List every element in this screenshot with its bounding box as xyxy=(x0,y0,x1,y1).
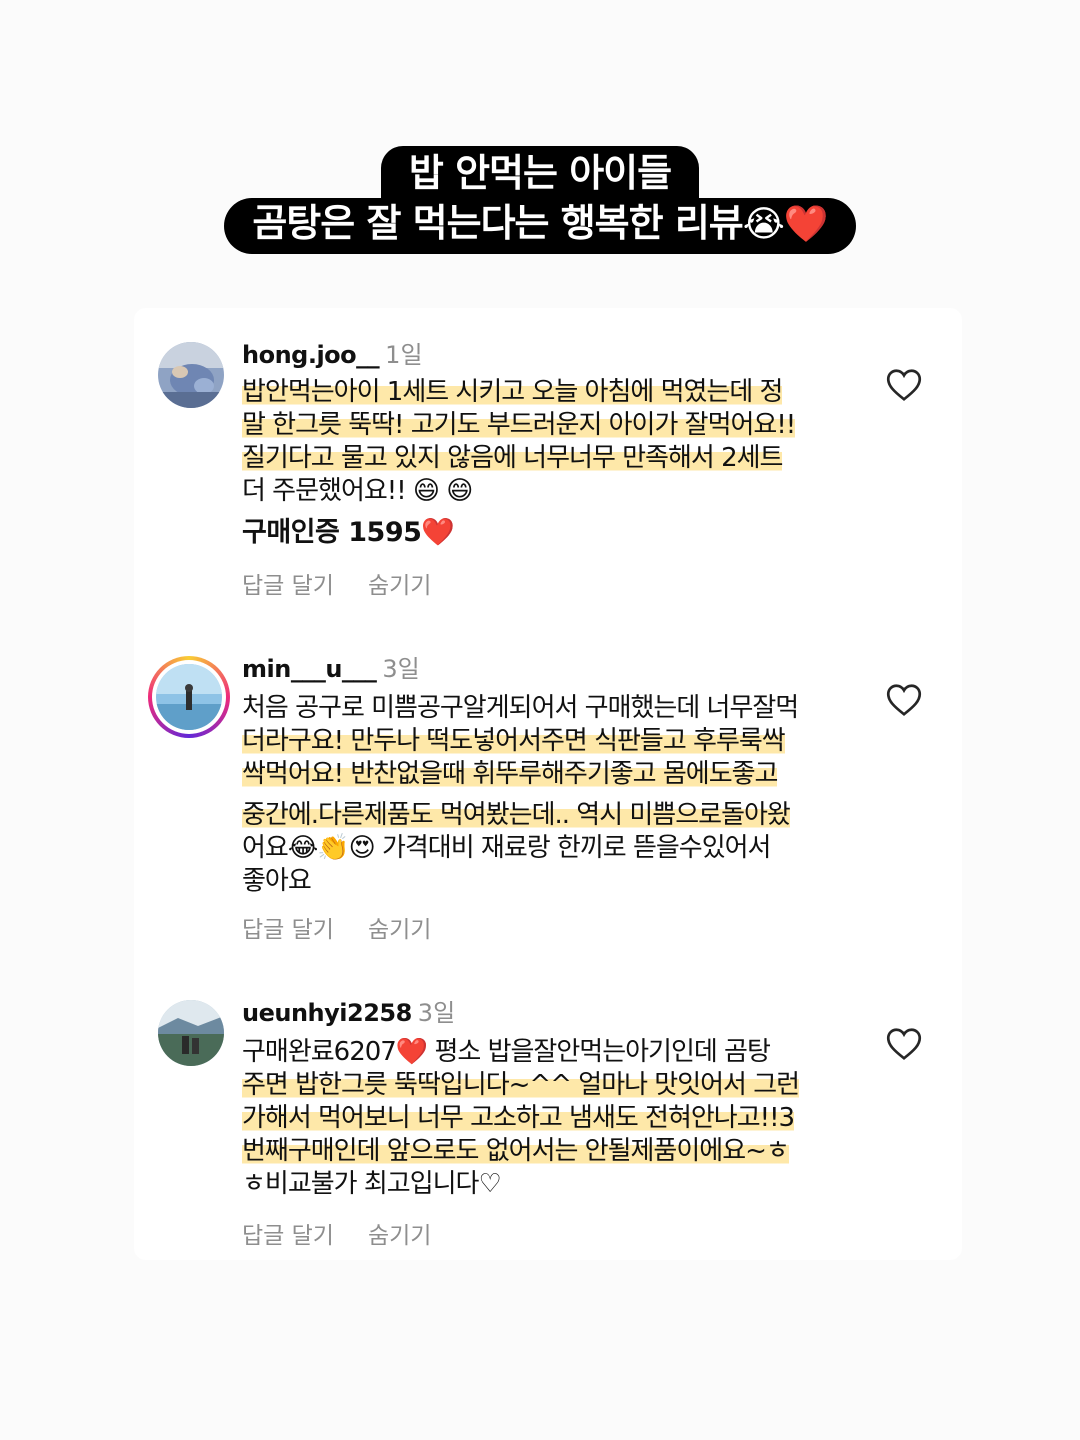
comment-line: 말 한그릇 뚝딱! 고기도 부드러운지 아이가 잘먹어요!! xyxy=(242,410,796,440)
username[interactable]: min___u___ xyxy=(242,655,377,683)
username[interactable]: hong.joo__ xyxy=(242,341,380,369)
comment-line: 주면 밥한그릇 뚝딱입니다~^^ 얼마나 맛잇어서 그런 xyxy=(242,1070,800,1100)
avatar-photo xyxy=(158,342,224,408)
comment-line: 처음 공구로 미쁨공구알게되어서 구매했는데 너무잘먹 xyxy=(242,693,799,723)
comment-actions: 답글 달기 숨기기 xyxy=(242,566,431,600)
username[interactable]: ueunhyi2258 xyxy=(242,999,412,1027)
title-line-2-text: 곰탕은 잘 먹는다는 행복한 리뷰 xyxy=(252,201,743,245)
comment-line: 구매완료6207❤️ 평소 밥을잘안먹는아기인데 곰탕 xyxy=(242,1037,771,1067)
story-ring-avatar[interactable] xyxy=(148,656,230,738)
heart-like-icon[interactable] xyxy=(886,683,922,717)
heart-like-icon[interactable] xyxy=(886,368,922,402)
hide-button[interactable]: 숨기기 xyxy=(368,1223,431,1249)
avatar xyxy=(156,664,222,730)
comment-text: 구매완료6207❤️ 평소 밥을잘안먹는아기인데 곰탕 주면 밥한그릇 뚝딱입니… xyxy=(242,1036,852,1201)
comment-actions: 답글 달기 숨기기 xyxy=(242,910,431,944)
timestamp: 1일 xyxy=(385,341,423,369)
comment-line: 질기다고 물고 있지 않음에 너무너무 만족해서 2세트 xyxy=(242,443,783,473)
comment-line: 어요😂👏😍 가격대비 재료랑 한끼로 뜯을수있어서 xyxy=(242,833,771,863)
hide-button[interactable]: 숨기기 xyxy=(368,917,431,943)
comment-line: 더 주문했어요!! 😄 😄 xyxy=(242,476,473,506)
comment-text: 밥안먹는아이 1세트 시키고 오늘 아침에 먹였는데 정 말 한그릇 뚝딱! 고… xyxy=(242,376,852,508)
crying-face-emoji: 😭 xyxy=(742,204,785,245)
comment-line: 밥안먹는아이 1세트 시키고 오늘 아침에 먹였는데 정 xyxy=(242,377,783,407)
comment-line: ㅎ비교불가 최고입니다♡ xyxy=(242,1169,502,1199)
heart-like-icon[interactable] xyxy=(886,1027,922,1061)
avatar[interactable] xyxy=(158,1000,224,1066)
comment-header: ueunhyi2258 3일 xyxy=(242,998,455,1028)
red-heart-emoji: ❤️ xyxy=(783,204,829,245)
reply-button[interactable]: 답글 달기 xyxy=(242,1223,334,1249)
comment-line: 번째구매인데 앞으로도 없어서는 안될제품이에요~ㅎ xyxy=(242,1136,790,1166)
comment-header: min___u___ 3일 xyxy=(242,654,420,684)
comment-line: 중간에.다른제품도 먹여봤는데.. 역시 미쁨으로돌아왔 xyxy=(242,800,791,830)
comment-text: 처음 공구로 미쁨공구알게되어서 구매했는데 너무잘먹 더라구요! 만두나 떡도… xyxy=(242,692,852,898)
comment-line: 더라구요! 만두나 떡도넣어서주면 식판들고 후루룩싹 xyxy=(242,726,786,756)
purchase-cert: 구매인증 1595❤️ xyxy=(242,517,455,548)
hide-button[interactable]: 숨기기 xyxy=(368,573,431,599)
avatar[interactable] xyxy=(158,342,224,408)
reply-button[interactable]: 답글 달기 xyxy=(242,917,334,943)
timestamp: 3일 xyxy=(417,999,456,1027)
avatar-photo xyxy=(158,1000,224,1066)
comments-panel: hong.joo__ 1일 밥안먹는아이 1세트 시키고 오늘 아침에 먹였는데 … xyxy=(134,308,962,1260)
comment-line: 좋아요 xyxy=(242,866,312,896)
comment-line: 가해서 먹어보니 너무 고소하고 냄새도 전혀안나고!!3 xyxy=(242,1103,795,1133)
comment-actions: 답글 달기 숨기기 xyxy=(242,1216,431,1250)
title-banner: 밥 안먹는 아이들 곰탕은 잘 먹는다는 행복한 리뷰😭❤️ xyxy=(0,146,1080,254)
comment-header: hong.joo__ 1일 xyxy=(242,340,423,370)
avatar-photo xyxy=(156,664,222,730)
title-line-1: 밥 안먹는 아이들 xyxy=(380,146,700,198)
timestamp: 3일 xyxy=(382,655,420,683)
reply-button[interactable]: 답글 달기 xyxy=(242,573,334,599)
comment-line: 싹먹어요! 반찬없을때 휘뚜루해주기좋고 몸에도좋고 xyxy=(242,759,778,789)
title-line-2: 곰탕은 잘 먹는다는 행복한 리뷰😭❤️ xyxy=(224,198,856,254)
